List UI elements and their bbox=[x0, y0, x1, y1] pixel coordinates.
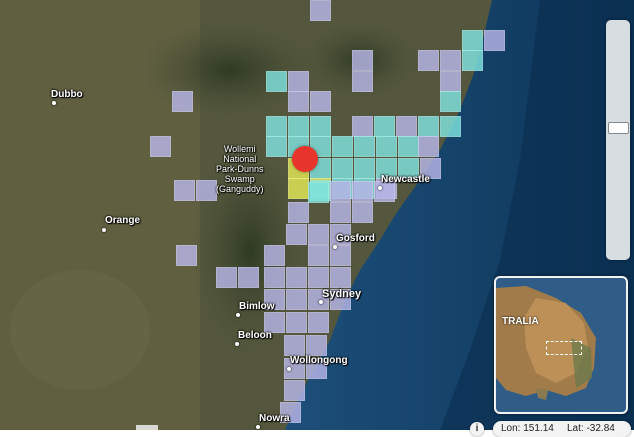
heatmap-cell bbox=[308, 182, 329, 203]
place-label-wollongong: Wollongong bbox=[290, 355, 348, 366]
heatmap-cell bbox=[484, 30, 505, 51]
heatmap-cell bbox=[238, 267, 259, 288]
orange-dot bbox=[102, 228, 106, 232]
heatmap-cell bbox=[306, 335, 327, 356]
heatmap-cell bbox=[310, 91, 331, 112]
zoom-slider-handle[interactable] bbox=[608, 122, 629, 134]
heatmap-cell bbox=[308, 267, 329, 288]
heatmap-cell bbox=[176, 245, 197, 266]
coord-lon: Lon: 151.14 bbox=[501, 423, 554, 434]
heatmap-cell bbox=[266, 116, 287, 137]
wollongong-dot bbox=[287, 367, 291, 371]
beloon-dot bbox=[235, 342, 239, 346]
location-marker[interactable] bbox=[292, 146, 318, 172]
heatmap-cell bbox=[288, 91, 309, 112]
minimap-region-label: TRALIA bbox=[502, 316, 539, 327]
heatmap-cell bbox=[172, 91, 193, 112]
heatmap-cell bbox=[308, 224, 329, 245]
heatmap-cell bbox=[288, 116, 309, 137]
bimlow-dot bbox=[236, 313, 240, 317]
heatmap-cell bbox=[330, 181, 351, 202]
sydney-dot bbox=[319, 300, 323, 304]
heatmap-cell bbox=[266, 71, 287, 92]
heatmap-cell bbox=[264, 245, 285, 266]
heatmap-cell bbox=[462, 50, 483, 71]
place-label-gosford: Gosford bbox=[336, 233, 375, 244]
heatmap-cell bbox=[284, 335, 305, 356]
heatmap-cell bbox=[264, 267, 285, 288]
heatmap-cell bbox=[440, 50, 461, 71]
heatmap-cell bbox=[216, 267, 237, 288]
heatmap-cell bbox=[440, 71, 461, 92]
heatmap-cell bbox=[288, 71, 309, 92]
heatmap-cell bbox=[418, 116, 439, 137]
heatmap-cell bbox=[440, 91, 461, 112]
heatmap-cell bbox=[174, 180, 195, 201]
place-label-sydney: Sydney bbox=[322, 288, 362, 300]
heatmap-cell bbox=[418, 136, 439, 157]
heatmap-cell bbox=[330, 267, 351, 288]
heatmap-cell bbox=[352, 50, 373, 71]
newcastle-dot bbox=[378, 186, 382, 190]
heatmap-cell bbox=[286, 224, 307, 245]
heatmap-cell bbox=[374, 116, 395, 137]
heatmap-cell bbox=[354, 136, 375, 157]
heatmap-cell bbox=[286, 267, 307, 288]
heatmap-cell bbox=[284, 380, 305, 401]
heatmap-cell bbox=[352, 71, 373, 92]
heatmap-cell bbox=[310, 0, 331, 21]
zoom-slider-track[interactable] bbox=[606, 20, 630, 260]
heatmap-cell bbox=[288, 202, 309, 223]
coordinate-readout: Lon: 151.14 Lat: -32.84 bbox=[493, 421, 631, 437]
heatmap-cell bbox=[352, 181, 373, 202]
place-label-beloon: Beloon bbox=[238, 330, 272, 341]
place-label-newcastle: Newcastle bbox=[381, 174, 430, 185]
place-label-wollemi: Wollemi National Park-Dunns Swamp (Gangu… bbox=[216, 144, 264, 194]
minimap-viewport-box[interactable] bbox=[546, 341, 582, 355]
heatmap-cell bbox=[396, 116, 417, 137]
place-label-nowra: Nowra bbox=[259, 413, 290, 424]
heatmap-cell bbox=[352, 116, 373, 137]
place-label-orange: Orange bbox=[105, 215, 141, 226]
dubbo-dot bbox=[52, 101, 56, 105]
heatmap-cell bbox=[310, 116, 331, 137]
heatmap-cell bbox=[286, 289, 307, 310]
heatmap-cell bbox=[196, 180, 217, 201]
heatmap-cell bbox=[308, 245, 329, 266]
heatmap-cell bbox=[332, 158, 353, 179]
heatmap-cell bbox=[150, 136, 171, 157]
heatmap-cell bbox=[354, 158, 375, 179]
heatmap-cell bbox=[308, 312, 329, 333]
heatmap-cell bbox=[288, 178, 309, 199]
heatmap-cell bbox=[376, 136, 397, 157]
heatmap-cell bbox=[440, 116, 461, 137]
place-label-dubbo: Dubbo bbox=[51, 89, 83, 100]
heatmap-cell bbox=[330, 202, 351, 223]
partial-tile bbox=[136, 425, 158, 430]
gosford-dot bbox=[333, 245, 337, 249]
heatmap-cell bbox=[286, 312, 307, 333]
place-label-bimlow: Bimlow bbox=[239, 301, 275, 312]
heatmap-cell bbox=[352, 202, 373, 223]
heatmap-cell bbox=[398, 136, 419, 157]
overview-minimap[interactable]: TRALIA bbox=[494, 276, 628, 414]
heatmap-cell bbox=[332, 136, 353, 157]
nowra-dot bbox=[256, 425, 260, 429]
info-icon[interactable]: i bbox=[470, 422, 484, 436]
heatmap-cell bbox=[418, 50, 439, 71]
heatmap-cell bbox=[266, 136, 287, 157]
heatmap-cell bbox=[462, 30, 483, 51]
coord-lat: Lat: -32.84 bbox=[567, 423, 615, 434]
